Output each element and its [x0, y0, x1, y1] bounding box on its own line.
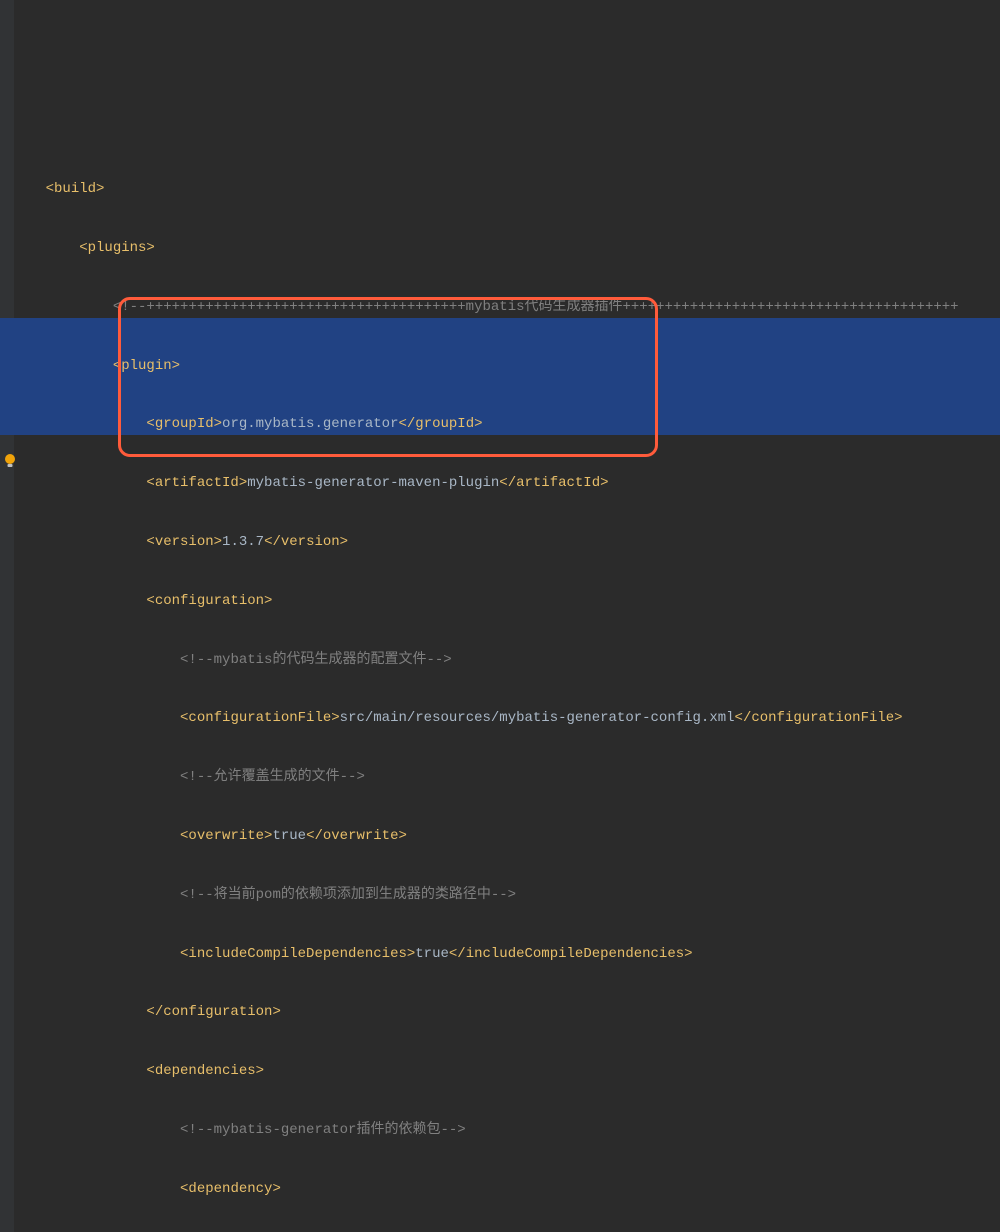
- code-line[interactable]: <!--++++++++++++++++++++++++++++++++++++…: [12, 298, 1000, 318]
- code-line[interactable]: <dependency>: [12, 1180, 1000, 1200]
- intention-bulb-icon[interactable]: [2, 414, 18, 430]
- code-editor[interactable]: <build> <plugins> <!--++++++++++++++++++…: [0, 0, 1000, 1232]
- code-line[interactable]: <!--mybatis的代码生成器的配置文件-->: [12, 651, 1000, 671]
- code-line[interactable]: <includeCompileDependencies>true</includ…: [12, 945, 1000, 965]
- code-line[interactable]: <dependencies>: [12, 1062, 1000, 1082]
- code-line[interactable]: <configuration>: [12, 592, 1000, 612]
- code-line[interactable]: <groupId>org.mybatis.generator</groupId>: [12, 415, 1000, 435]
- code-content: <build> <plugins> <!--++++++++++++++++++…: [12, 141, 1000, 1232]
- code-line[interactable]: <version>1.3.7</version>: [12, 533, 1000, 553]
- code-line[interactable]: <!--允许覆盖生成的文件-->: [12, 768, 1000, 788]
- code-line[interactable]: </configuration>: [12, 1003, 1000, 1023]
- code-line[interactable]: <artifactId>mybatis-generator-maven-plug…: [12, 474, 1000, 494]
- code-line[interactable]: <overwrite>true</overwrite>: [12, 827, 1000, 847]
- code-line[interactable]: <plugins>: [12, 239, 1000, 259]
- code-line[interactable]: <plugin>: [12, 357, 1000, 377]
- code-line[interactable]: <!--将当前pom的依赖项添加到生成器的类路径中-->: [12, 886, 1000, 906]
- code-line[interactable]: <configurationFile>src/main/resources/my…: [12, 709, 1000, 729]
- code-line[interactable]: <!--mybatis-generator插件的依赖包-->: [12, 1121, 1000, 1141]
- code-line[interactable]: <build>: [12, 180, 1000, 200]
